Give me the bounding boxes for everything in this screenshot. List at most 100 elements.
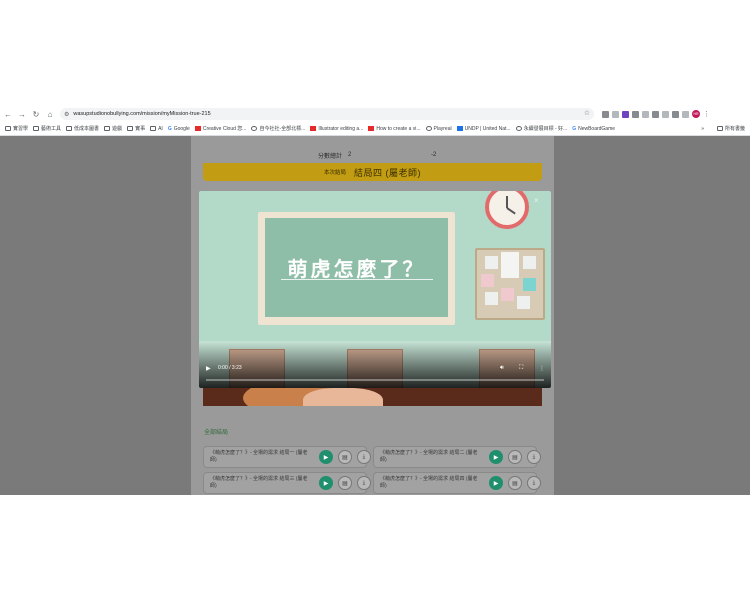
extensions-puzzle-icon[interactable] xyxy=(652,110,659,118)
browser-menu-icon[interactable]: ⋮ xyxy=(703,110,710,118)
play-icon[interactable]: ▶ xyxy=(319,476,333,490)
folder-icon xyxy=(150,126,157,131)
bookmark-item[interactable]: 藝術工具 xyxy=(33,125,61,132)
bookmark-item[interactable]: 低成本圖書 xyxy=(66,125,99,132)
bookmark-star-icon[interactable]: ☆ xyxy=(584,109,590,117)
note-paper xyxy=(501,252,519,278)
bookmark-item[interactable]: 遊戲 xyxy=(104,125,122,132)
document-icon[interactable]: ▤ xyxy=(508,476,522,490)
all-endings-heading: 全部結局 xyxy=(204,430,229,436)
score-row: 分數總計 2 -2 xyxy=(203,146,542,164)
score-value: -2 xyxy=(431,152,437,158)
video-title-text: 萌虎怎麼了？ xyxy=(287,257,426,281)
video-controls: ▶ 0:00 / 3:23 🔊︎ ⛶ ⋮ xyxy=(199,361,551,375)
extension-icon[interactable] xyxy=(642,110,649,118)
side-panel-icon[interactable] xyxy=(682,110,689,118)
download-icon[interactable]: ⤓ xyxy=(527,476,541,490)
score-label: 分數總計 xyxy=(318,153,343,160)
address-url[interactable]: wasupstudionobullying.com/mission/myMiss… xyxy=(73,111,210,117)
address-bar[interactable]: ⚙ wasupstudionobullying.com/mission/myMi… xyxy=(60,108,594,120)
download-icon[interactable]: ⤓ xyxy=(357,476,371,490)
video-progress-bar[interactable] xyxy=(206,379,544,381)
adobe-icon xyxy=(368,126,375,131)
site-info-icon[interactable]: ⚙ xyxy=(64,111,69,118)
ending-card: 《萌虎怎麼了？》- 全場的需求 結局三 (屬老師) ▶ ▤ ⤓ xyxy=(203,472,371,494)
document-icon[interactable]: ▤ xyxy=(508,450,522,464)
ending-card: 《萌虎怎麼了？》- 全場的需求 結局二 (屬老師) ▶ ▤ ⤓ xyxy=(373,446,541,468)
folder-icon xyxy=(5,126,11,131)
notice-board xyxy=(475,248,545,320)
bookmark-item[interactable]: G Google xyxy=(168,126,190,132)
score-value: 2 xyxy=(348,152,352,158)
folder-icon xyxy=(127,126,134,131)
adobe-icon xyxy=(310,126,317,131)
note-paper xyxy=(523,256,536,269)
close-icon[interactable]: × xyxy=(534,196,539,205)
clock-hand xyxy=(506,207,516,215)
folder-icon xyxy=(104,126,111,131)
extension-icon[interactable] xyxy=(612,110,619,118)
bookmarks-bar: 實習學 藝術工具 低成本圖書 遊戲 實事 AI G Google Creative… xyxy=(0,122,750,136)
download-icon[interactable] xyxy=(672,110,679,118)
bookmark-item[interactable]: Illustrator editing a... xyxy=(310,126,363,132)
bookmark-item[interactable]: Playreal xyxy=(425,126,452,132)
play-icon[interactable]: ▶ xyxy=(319,450,333,464)
document-icon[interactable]: ▤ xyxy=(338,476,352,490)
site-icon xyxy=(251,126,258,131)
extension-icon[interactable] xyxy=(602,110,609,118)
ending-label: 本次結局 xyxy=(323,170,346,176)
more-options-icon[interactable]: ⋮ xyxy=(539,365,545,372)
note-paper xyxy=(485,256,498,269)
extension-icon[interactable] xyxy=(632,110,639,118)
bookmark-item[interactable]: Creative Cloud 您... xyxy=(194,125,246,132)
character-face xyxy=(303,388,383,406)
play-icon[interactable]: ▶ xyxy=(489,450,503,464)
ending-card-title: 《萌虎怎麼了？》- 全場的需求 結局一 (屬老師) xyxy=(210,450,308,463)
extension-icon[interactable] xyxy=(622,110,629,118)
forward-icon[interactable]: → xyxy=(16,108,28,120)
bookmark-item[interactable]: AI xyxy=(150,126,163,132)
note-paper xyxy=(481,274,494,287)
bookmark-item[interactable]: 實事 xyxy=(127,125,145,132)
bookmark-item[interactable]: 自今社社-全部北標... xyxy=(251,125,305,132)
adobe-icon xyxy=(194,126,201,131)
site-icon xyxy=(425,126,432,131)
bookmarks-overflow-icon[interactable]: » xyxy=(701,126,704,132)
profile-avatar[interactable]: HR xyxy=(692,110,700,118)
ending-card-title: 《萌虎怎麼了？》- 全場的需求 結局四 (屬老師) xyxy=(380,476,478,489)
folder-icon xyxy=(66,126,73,131)
google-icon: G xyxy=(167,125,172,132)
bookmark-item[interactable]: 實習學 xyxy=(5,125,28,132)
video-player[interactable]: 萌虎怎麼了？ × ▶ 0:00 / 3:23 🔊︎ ⛶ ⋮ xyxy=(199,191,551,388)
browser-toolbar: ← → ↻ ⌂ ⚙ wasupstudionobullying.com/miss… xyxy=(0,106,750,122)
volume-icon[interactable]: 🔊︎ xyxy=(500,365,504,372)
download-icon[interactable]: ⤓ xyxy=(527,450,541,464)
fullscreen-icon[interactable]: ⛶ xyxy=(519,365,523,372)
bookmark-item[interactable]: 永續發展目標 - 好... xyxy=(515,125,567,132)
reload-icon[interactable]: ↻ xyxy=(30,108,42,120)
play-icon[interactable]: ▶ xyxy=(489,476,503,490)
ending-illustration xyxy=(203,386,542,406)
note-paper xyxy=(523,278,536,291)
bookmark-item[interactable]: UNDP | United Nat... xyxy=(456,126,511,132)
bookmarks-right: » 所有書籤 xyxy=(701,125,745,133)
site-icon xyxy=(515,126,522,131)
back-icon[interactable]: ← xyxy=(2,108,14,120)
note-paper xyxy=(501,288,514,301)
play-icon[interactable]: ▶ xyxy=(206,365,211,372)
ending-card-title: 《萌虎怎麼了？》- 全場的需求 結局二 (屬老師) xyxy=(380,450,478,463)
ending-value: 結局四 (屬老師) xyxy=(354,167,421,178)
title-underline xyxy=(281,279,433,280)
top-blank-area xyxy=(0,0,750,106)
ending-card: 《萌虎怎麼了？》- 全場的需求 結局四 (屬老師) ▶ ▤ ⤓ xyxy=(373,472,541,494)
document-icon[interactable]: ▤ xyxy=(338,450,352,464)
bookmark-item[interactable]: G NewBoardGame xyxy=(572,126,615,132)
home-icon[interactable]: ⌂ xyxy=(44,108,56,120)
download-icon[interactable]: ⤓ xyxy=(357,450,371,464)
ending-card-title: 《萌虎怎麼了？》- 全場的需求 結局三 (屬老師) xyxy=(210,476,308,489)
note-paper xyxy=(485,292,498,305)
media-control-icon[interactable] xyxy=(662,110,669,118)
bookmark-item[interactable]: How to create a vi... xyxy=(368,126,421,132)
all-bookmarks-button[interactable]: 所有書籤 xyxy=(716,125,745,132)
folder-icon xyxy=(33,126,40,131)
